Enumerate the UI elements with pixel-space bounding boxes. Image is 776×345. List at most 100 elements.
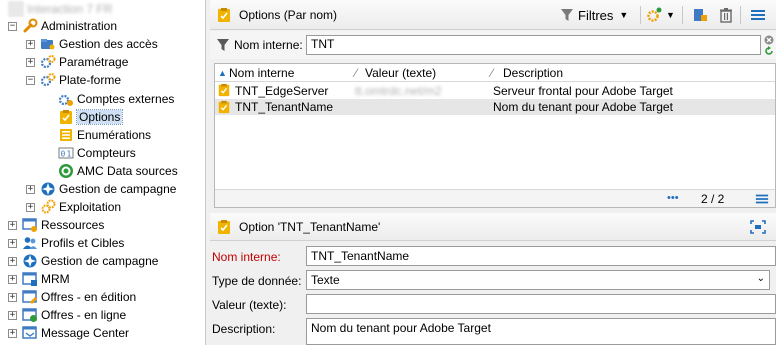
type-select[interactable]: Texte ⌄: [306, 270, 770, 290]
value-label: Valeur (texte):: [212, 298, 287, 312]
tree-item-compteurs[interactable]: 0 1 Compteurs: [58, 144, 136, 162]
grid-footer: ••• 2 / 2: [215, 189, 775, 207]
clipboard-check-icon: [218, 7, 230, 22]
users-icon: [23, 237, 37, 249]
description-label: Description:: [212, 322, 276, 336]
gears-icon: [41, 199, 56, 214]
tree-item-label: Offres - en édition: [41, 290, 137, 304]
list-title: Options (Par nom): [239, 7, 338, 22]
expand-toggle-gestion-campagne-admin[interactable]: +: [26, 185, 35, 194]
tree-item-offres-edition[interactable]: Offres - en édition: [22, 288, 136, 306]
cell-description: Serveur frontal pour Adobe Target: [493, 84, 673, 98]
clipboard-check-icon: [218, 219, 230, 234]
campaign-icon: [23, 254, 37, 268]
sort-ascending-icon[interactable]: ▲: [218, 68, 227, 78]
expand-toggle-plateforme[interactable]: −: [26, 76, 35, 85]
tree-item-label: Gestion de campagne: [41, 254, 159, 268]
expand-toggle-gestion-acces[interactable]: +: [26, 40, 35, 49]
expand-toggle-ressources[interactable]: +: [8, 221, 17, 230]
menu-button[interactable]: [750, 6, 766, 24]
table-row[interactable]: TNT_EdgeServer tt.omtrdc.net/m2 Serveur …: [215, 83, 775, 99]
tree-item-parametrage[interactable]: Paramétrage: [40, 53, 128, 71]
edit-button[interactable]: [692, 6, 708, 24]
column-header-description[interactable]: Description: [503, 66, 563, 80]
detail-title: Option 'TNT_TenantName': [239, 219, 381, 234]
tree-item-label: Compteurs: [77, 146, 136, 160]
tree-item-message-center[interactable]: Message Center: [22, 324, 129, 342]
clipboard-check-icon: [218, 83, 230, 97]
tree-item-exploitation[interactable]: Exploitation: [40, 198, 121, 216]
tree-item-administration[interactable]: Administration: [22, 17, 117, 35]
tree-item-gestion-campagne-admin[interactable]: Gestion de campagne: [40, 180, 176, 198]
tree-root[interactable]: Interaction 7 FR: [8, 0, 112, 18]
clear-filter-icon[interactable]: [764, 35, 774, 45]
svg-text:0: 0: [61, 150, 66, 159]
refresh-icon[interactable]: [764, 46, 774, 56]
name-label: Nom interne:: [212, 250, 281, 264]
expand-view-icon[interactable]: [750, 220, 766, 234]
expand-toggle-gestion-campagne[interactable]: +: [8, 257, 17, 266]
tree-item-ressources[interactable]: Ressources: [22, 216, 104, 234]
filter-bar: Nom interne: TNT: [210, 31, 776, 59]
expand-toggle-profils[interactable]: +: [8, 239, 17, 248]
clipboard-check-icon: [218, 100, 230, 114]
chevron-down-icon: ▼: [666, 10, 675, 20]
expand-toggle-exploitation[interactable]: +: [26, 203, 35, 212]
description-field[interactable]: Nom du tenant pour Adobe Target: [306, 318, 776, 345]
tree-item-label: Plate-forme: [59, 73, 122, 87]
menu-icon: [751, 10, 765, 20]
dots-icon: •••: [667, 192, 679, 204]
svg-text:1: 1: [67, 150, 72, 159]
table-row[interactable]: TNT_TenantName Nom du tenant pour Adobe …: [215, 99, 775, 115]
chevron-down-icon: ▼: [619, 10, 629, 20]
tree-item-offres-ligne[interactable]: Offres - en ligne: [22, 306, 126, 324]
tree-item-label: Gestion des accès: [59, 37, 158, 51]
expand-toggle-parametrage[interactable]: +: [26, 58, 35, 67]
filters-button[interactable]: Filtres ▼: [560, 6, 628, 24]
expand-toggle-administration[interactable]: −: [8, 22, 17, 31]
edit-doc-icon: [694, 9, 707, 21]
tree-item-enumerations[interactable]: Enumérations: [58, 126, 151, 144]
expand-toggle-message-center[interactable]: +: [8, 329, 17, 338]
cell-name: TNT_EdgeServer: [235, 84, 329, 98]
column-header-name[interactable]: Nom interne: [229, 66, 294, 80]
gears-icon: [40, 73, 56, 87]
tree-item-label: Profils et Cibles: [41, 236, 125, 250]
expand-toggle-mrm[interactable]: +: [8, 275, 17, 284]
delete-button[interactable]: [718, 6, 734, 24]
funnel-icon: [561, 9, 573, 21]
expand-toggle-offres-edition[interactable]: +: [8, 293, 17, 302]
counter-icon: 0 1: [58, 147, 74, 159]
options-grid[interactable]: ▲ Nom interne ⁄ Valeur (texte) ⁄ Descrip…: [214, 63, 776, 208]
tree-item-label: Administration: [41, 19, 118, 33]
expand-toggle-offres-ligne[interactable]: +: [8, 311, 17, 320]
root-icon: [8, 1, 24, 17]
chevron-down-icon[interactable]: ⌄: [757, 273, 765, 284]
tree-item-gestion-campagne[interactable]: Gestion de campagne: [22, 252, 158, 270]
tree-item-label: MRM: [41, 272, 70, 286]
filters-label: Filtres: [578, 7, 614, 23]
tree-item-label: Paramétrage: [59, 55, 129, 69]
tree-item-profils-cibles[interactable]: Profils et Cibles: [22, 234, 124, 252]
gears-icon: [40, 55, 56, 69]
tree-item-amc-data-sources[interactable]: AMC Data sources: [58, 162, 178, 180]
column-separator-icon: ⁄: [355, 65, 358, 80]
tree-item-label: Comptes externes: [77, 92, 175, 106]
list-header: Options (Par nom) Filtres ▼ ▼: [210, 0, 776, 30]
name-field[interactable]: TNT_TenantName: [306, 246, 776, 266]
tree-item-plateforme[interactable]: Plate-forme: [40, 71, 121, 89]
column-header-value[interactable]: Valeur (texte): [365, 66, 436, 80]
new-option-button[interactable]: ▼: [646, 6, 675, 24]
tree-item-mrm[interactable]: MRM: [22, 270, 70, 288]
menu-icon[interactable]: [755, 192, 769, 206]
filter-input[interactable]: TNT: [306, 35, 761, 55]
value-field[interactable]: [306, 294, 776, 314]
type-label: Type de donnée:: [212, 274, 302, 288]
tree-item-label: Enumérations: [77, 128, 152, 142]
cell-description: Nom du tenant pour Adobe Target: [493, 100, 673, 114]
resources-icon: [22, 218, 37, 232]
tree-item-comptes-externes[interactable]: Comptes externes: [58, 90, 174, 108]
tree-item-gestion-acces[interactable]: Gestion des accès: [40, 35, 158, 53]
tree-item-options[interactable]: Options: [58, 108, 124, 126]
navigation-tree[interactable]: Interaction 7 FR − Administration + Gest…: [0, 0, 206, 345]
